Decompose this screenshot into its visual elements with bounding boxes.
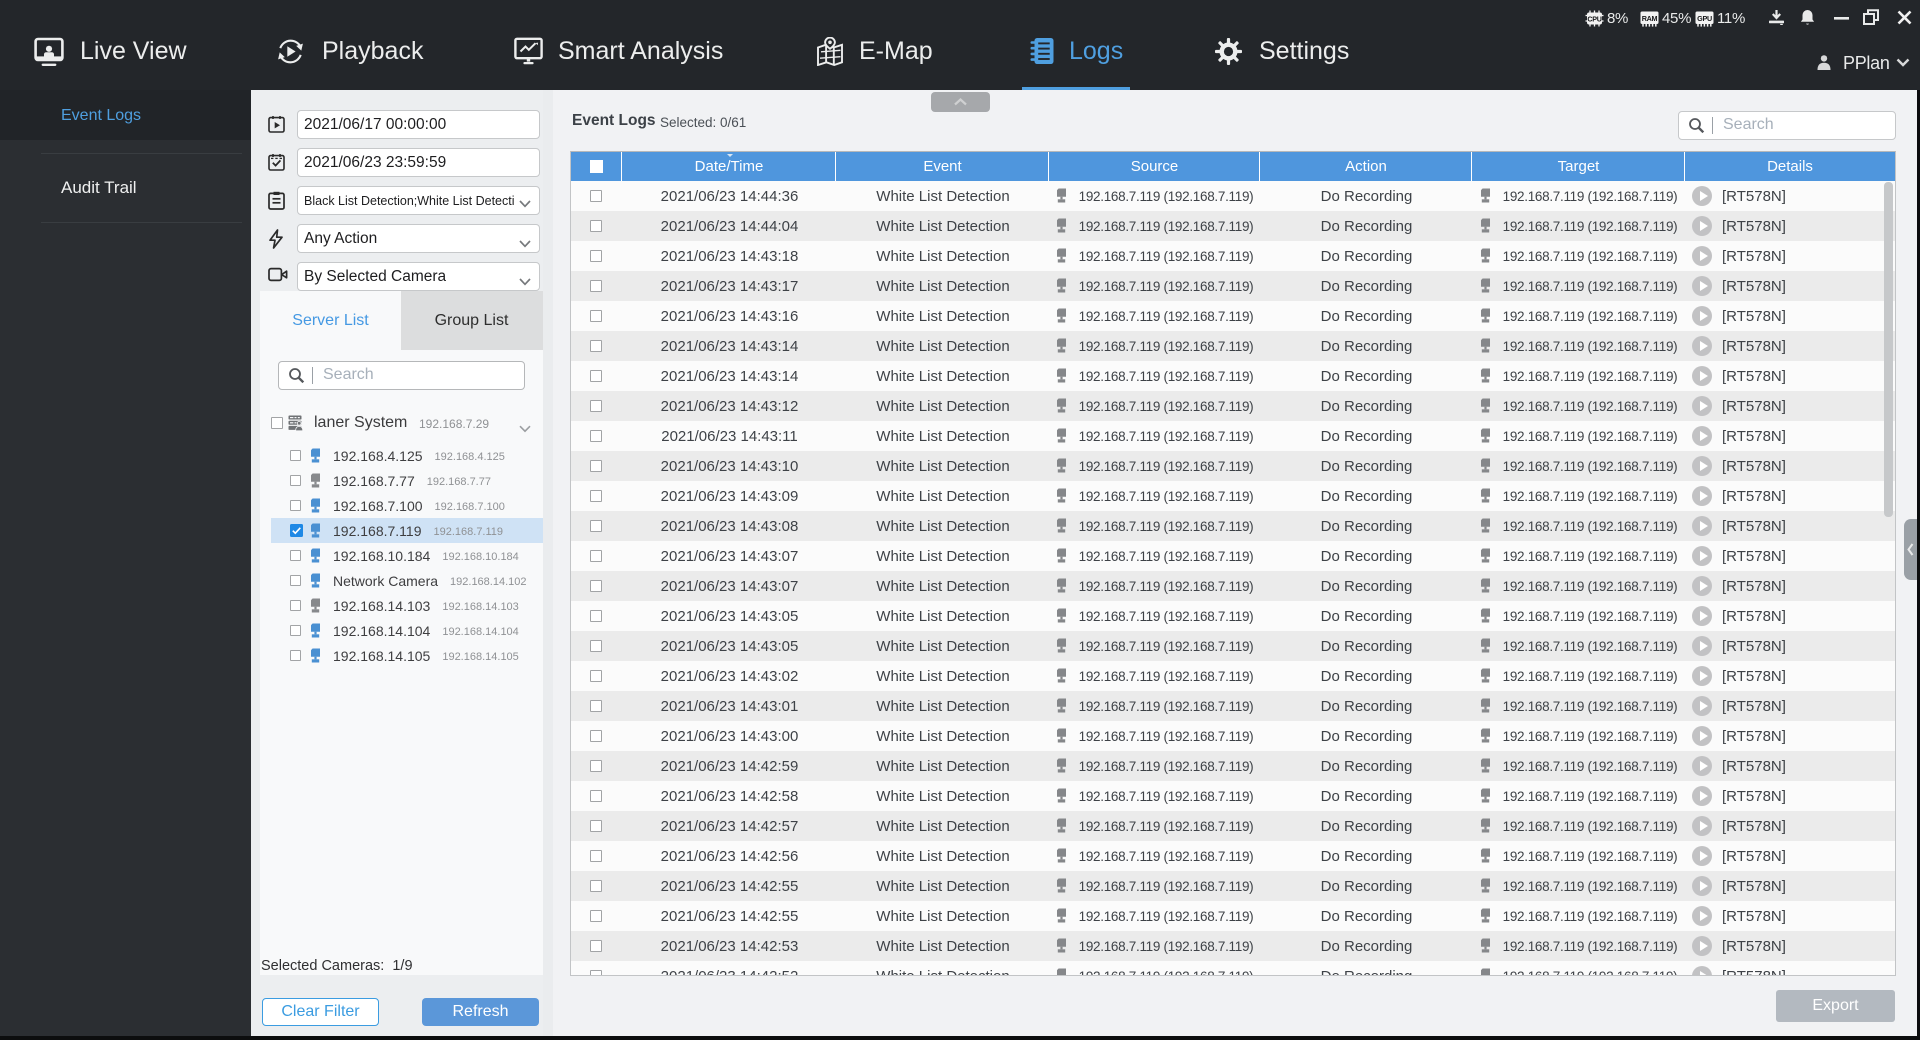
svg-text:RAM: RAM xyxy=(1642,13,1658,22)
svg-text:GPU: GPU xyxy=(1697,13,1712,22)
svg-text:CPU: CPU xyxy=(1587,14,1601,23)
